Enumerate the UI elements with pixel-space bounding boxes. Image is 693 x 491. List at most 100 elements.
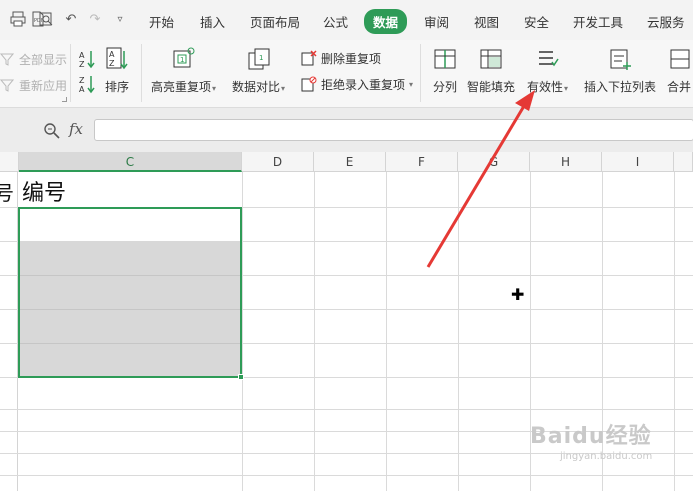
column-header-d[interactable]: D bbox=[242, 152, 314, 172]
smart-fill-icon bbox=[478, 46, 504, 72]
grid-column-line bbox=[674, 172, 675, 491]
merge-button[interactable]: 合并 bbox=[667, 46, 693, 95]
undo-icon[interactable]: ↶ bbox=[62, 11, 80, 29]
grid-column-line bbox=[314, 172, 315, 491]
sort-descending-icon[interactable]: ZA bbox=[79, 74, 95, 94]
data-compare-label: 数据对比 bbox=[232, 80, 281, 94]
svg-text:1: 1 bbox=[180, 56, 184, 64]
column-header-partial[interactable] bbox=[674, 152, 693, 172]
reject-duplicates-button[interactable]: 拒绝录入重复项 ▾ bbox=[300, 75, 413, 93]
data-compare-button[interactable]: 1 数据对比▾ bbox=[232, 46, 285, 95]
merge-label: 合并 bbox=[667, 80, 692, 94]
highlight-duplicates-button[interactable]: 1 高亮重复项▾ bbox=[151, 46, 216, 95]
split-column-label: 分列 bbox=[432, 80, 457, 94]
cell-cursor-icon: ✚ bbox=[511, 285, 525, 304]
chevron-down-icon: ▾ bbox=[212, 84, 217, 93]
dropdown-icon[interactable]: ▿ bbox=[111, 11, 129, 29]
sort-ascending-icon[interactable]: AZ bbox=[79, 49, 95, 69]
print-preview-icon[interactable] bbox=[37, 11, 55, 29]
formula-bar: fx bbox=[0, 108, 693, 152]
svg-text:A: A bbox=[79, 85, 85, 94]
tab-security[interactable]: 安全 bbox=[524, 12, 549, 31]
svg-text:Z: Z bbox=[79, 76, 85, 85]
column-header-partial[interactable] bbox=[0, 152, 19, 172]
column-header-e[interactable]: E bbox=[314, 152, 386, 172]
menu-bar: PDF ↶ ↷ ▿ 开始 插入 页面布局 公式 数据 审阅 视图 安全 开发工具… bbox=[0, 0, 693, 40]
chevron-down-icon: ▾ bbox=[409, 79, 414, 89]
show-all-button[interactable]: 全部显示 bbox=[0, 50, 67, 68]
svg-text:Z: Z bbox=[109, 59, 115, 68]
tab-data[interactable]: 数据 bbox=[364, 9, 408, 34]
selected-range[interactable] bbox=[18, 207, 242, 378]
svg-text:A: A bbox=[79, 51, 85, 60]
cell-c1-text[interactable]: 编号 bbox=[22, 175, 66, 207]
group-dialog-launcher-icon[interactable] bbox=[62, 97, 67, 102]
smart-fill-button[interactable]: 智能填充 bbox=[467, 46, 515, 95]
smart-fill-label: 智能填充 bbox=[467, 80, 516, 94]
show-all-label: 全部显示 bbox=[19, 52, 68, 67]
print-icon[interactable] bbox=[9, 11, 27, 29]
redo-icon[interactable]: ↷ bbox=[86, 11, 104, 29]
sort-label: 排序 bbox=[104, 80, 129, 94]
ribbon-separator bbox=[420, 44, 421, 102]
validity-label: 有效性 bbox=[527, 80, 564, 94]
ribbon-separator bbox=[141, 44, 142, 102]
svg-text:Z: Z bbox=[79, 60, 85, 69]
column-header-h[interactable]: H bbox=[530, 152, 602, 172]
grid-row-line bbox=[0, 475, 693, 476]
tab-page-layout[interactable]: 页面布局 bbox=[250, 12, 300, 31]
data-compare-icon: 1 bbox=[246, 46, 272, 72]
grid-column-line bbox=[386, 172, 387, 491]
column-header-f[interactable]: F bbox=[386, 152, 458, 172]
svg-text:1: 1 bbox=[259, 54, 263, 62]
svg-text:A: A bbox=[109, 50, 115, 59]
tab-home[interactable]: 开始 bbox=[149, 12, 174, 31]
column-header-g[interactable]: G bbox=[458, 152, 530, 172]
grid-column-line bbox=[242, 172, 243, 491]
merge-icon bbox=[667, 46, 693, 72]
tab-cloud-service[interactable]: 云服务 bbox=[647, 12, 685, 31]
chevron-down-icon: ▾ bbox=[564, 84, 569, 93]
split-column-icon bbox=[432, 46, 458, 72]
highlight-duplicates-label: 高亮重复项 bbox=[151, 80, 212, 94]
sort-icon: AZ bbox=[104, 46, 130, 72]
column-header-i[interactable]: I bbox=[602, 152, 674, 172]
cell-b1-text: 号 bbox=[0, 181, 14, 205]
fill-handle[interactable] bbox=[238, 374, 244, 380]
remove-duplicates-label: 删除重复项 bbox=[321, 51, 382, 66]
column-header-c[interactable]: C bbox=[19, 152, 242, 172]
insert-dropdown-list-icon bbox=[607, 46, 633, 72]
validity-button[interactable]: 有效性▾ bbox=[527, 46, 568, 95]
insert-dropdown-list-button[interactable]: 插入下拉列表 bbox=[584, 46, 656, 95]
watermark-logo-text: Baidu经验 bbox=[530, 424, 652, 449]
show-all-icon bbox=[0, 50, 16, 68]
sort-button[interactable]: AZ 排序 bbox=[104, 46, 130, 95]
tab-formula[interactable]: 公式 bbox=[323, 12, 348, 31]
insert-dropdown-list-label: 插入下拉列表 bbox=[584, 80, 657, 94]
formula-input[interactable] bbox=[94, 119, 693, 141]
ribbon-separator bbox=[70, 44, 71, 102]
tab-developer[interactable]: 开发工具 bbox=[573, 12, 623, 31]
remove-duplicates-button[interactable]: 删除重复项 bbox=[300, 49, 381, 67]
chevron-down-icon: ▾ bbox=[281, 84, 286, 93]
watermark-url: jingyan.baidu.com bbox=[560, 451, 653, 462]
grid-row-line bbox=[0, 409, 693, 410]
grid-column-line bbox=[458, 172, 459, 491]
row-header-strip[interactable] bbox=[0, 172, 18, 491]
reapply-button[interactable]: 重新应用 bbox=[0, 76, 67, 94]
ribbon-toolbar: 全部显示 重新应用 AZ ZA AZ 排序 1 高亮重复项▾ 1 数据对比▾ 删… bbox=[0, 40, 693, 108]
watermark: Baidu经验 jingyan.baidu.com bbox=[530, 418, 652, 462]
split-column-button[interactable]: 分列 bbox=[432, 46, 458, 95]
validity-icon bbox=[535, 46, 561, 72]
highlight-duplicates-icon: 1 bbox=[171, 46, 197, 72]
tab-insert[interactable]: 插入 bbox=[200, 12, 225, 31]
reject-duplicates-label: 拒绝录入重复项 bbox=[321, 77, 406, 92]
reapply-icon bbox=[0, 76, 16, 94]
reject-duplicates-icon bbox=[300, 75, 318, 93]
tab-view[interactable]: 视图 bbox=[474, 12, 499, 31]
reapply-label: 重新应用 bbox=[19, 78, 68, 93]
tab-review[interactable]: 审阅 bbox=[424, 12, 449, 31]
zoom-icon[interactable] bbox=[43, 122, 61, 143]
function-icon[interactable]: fx bbox=[69, 120, 83, 138]
remove-duplicates-icon bbox=[300, 49, 318, 67]
